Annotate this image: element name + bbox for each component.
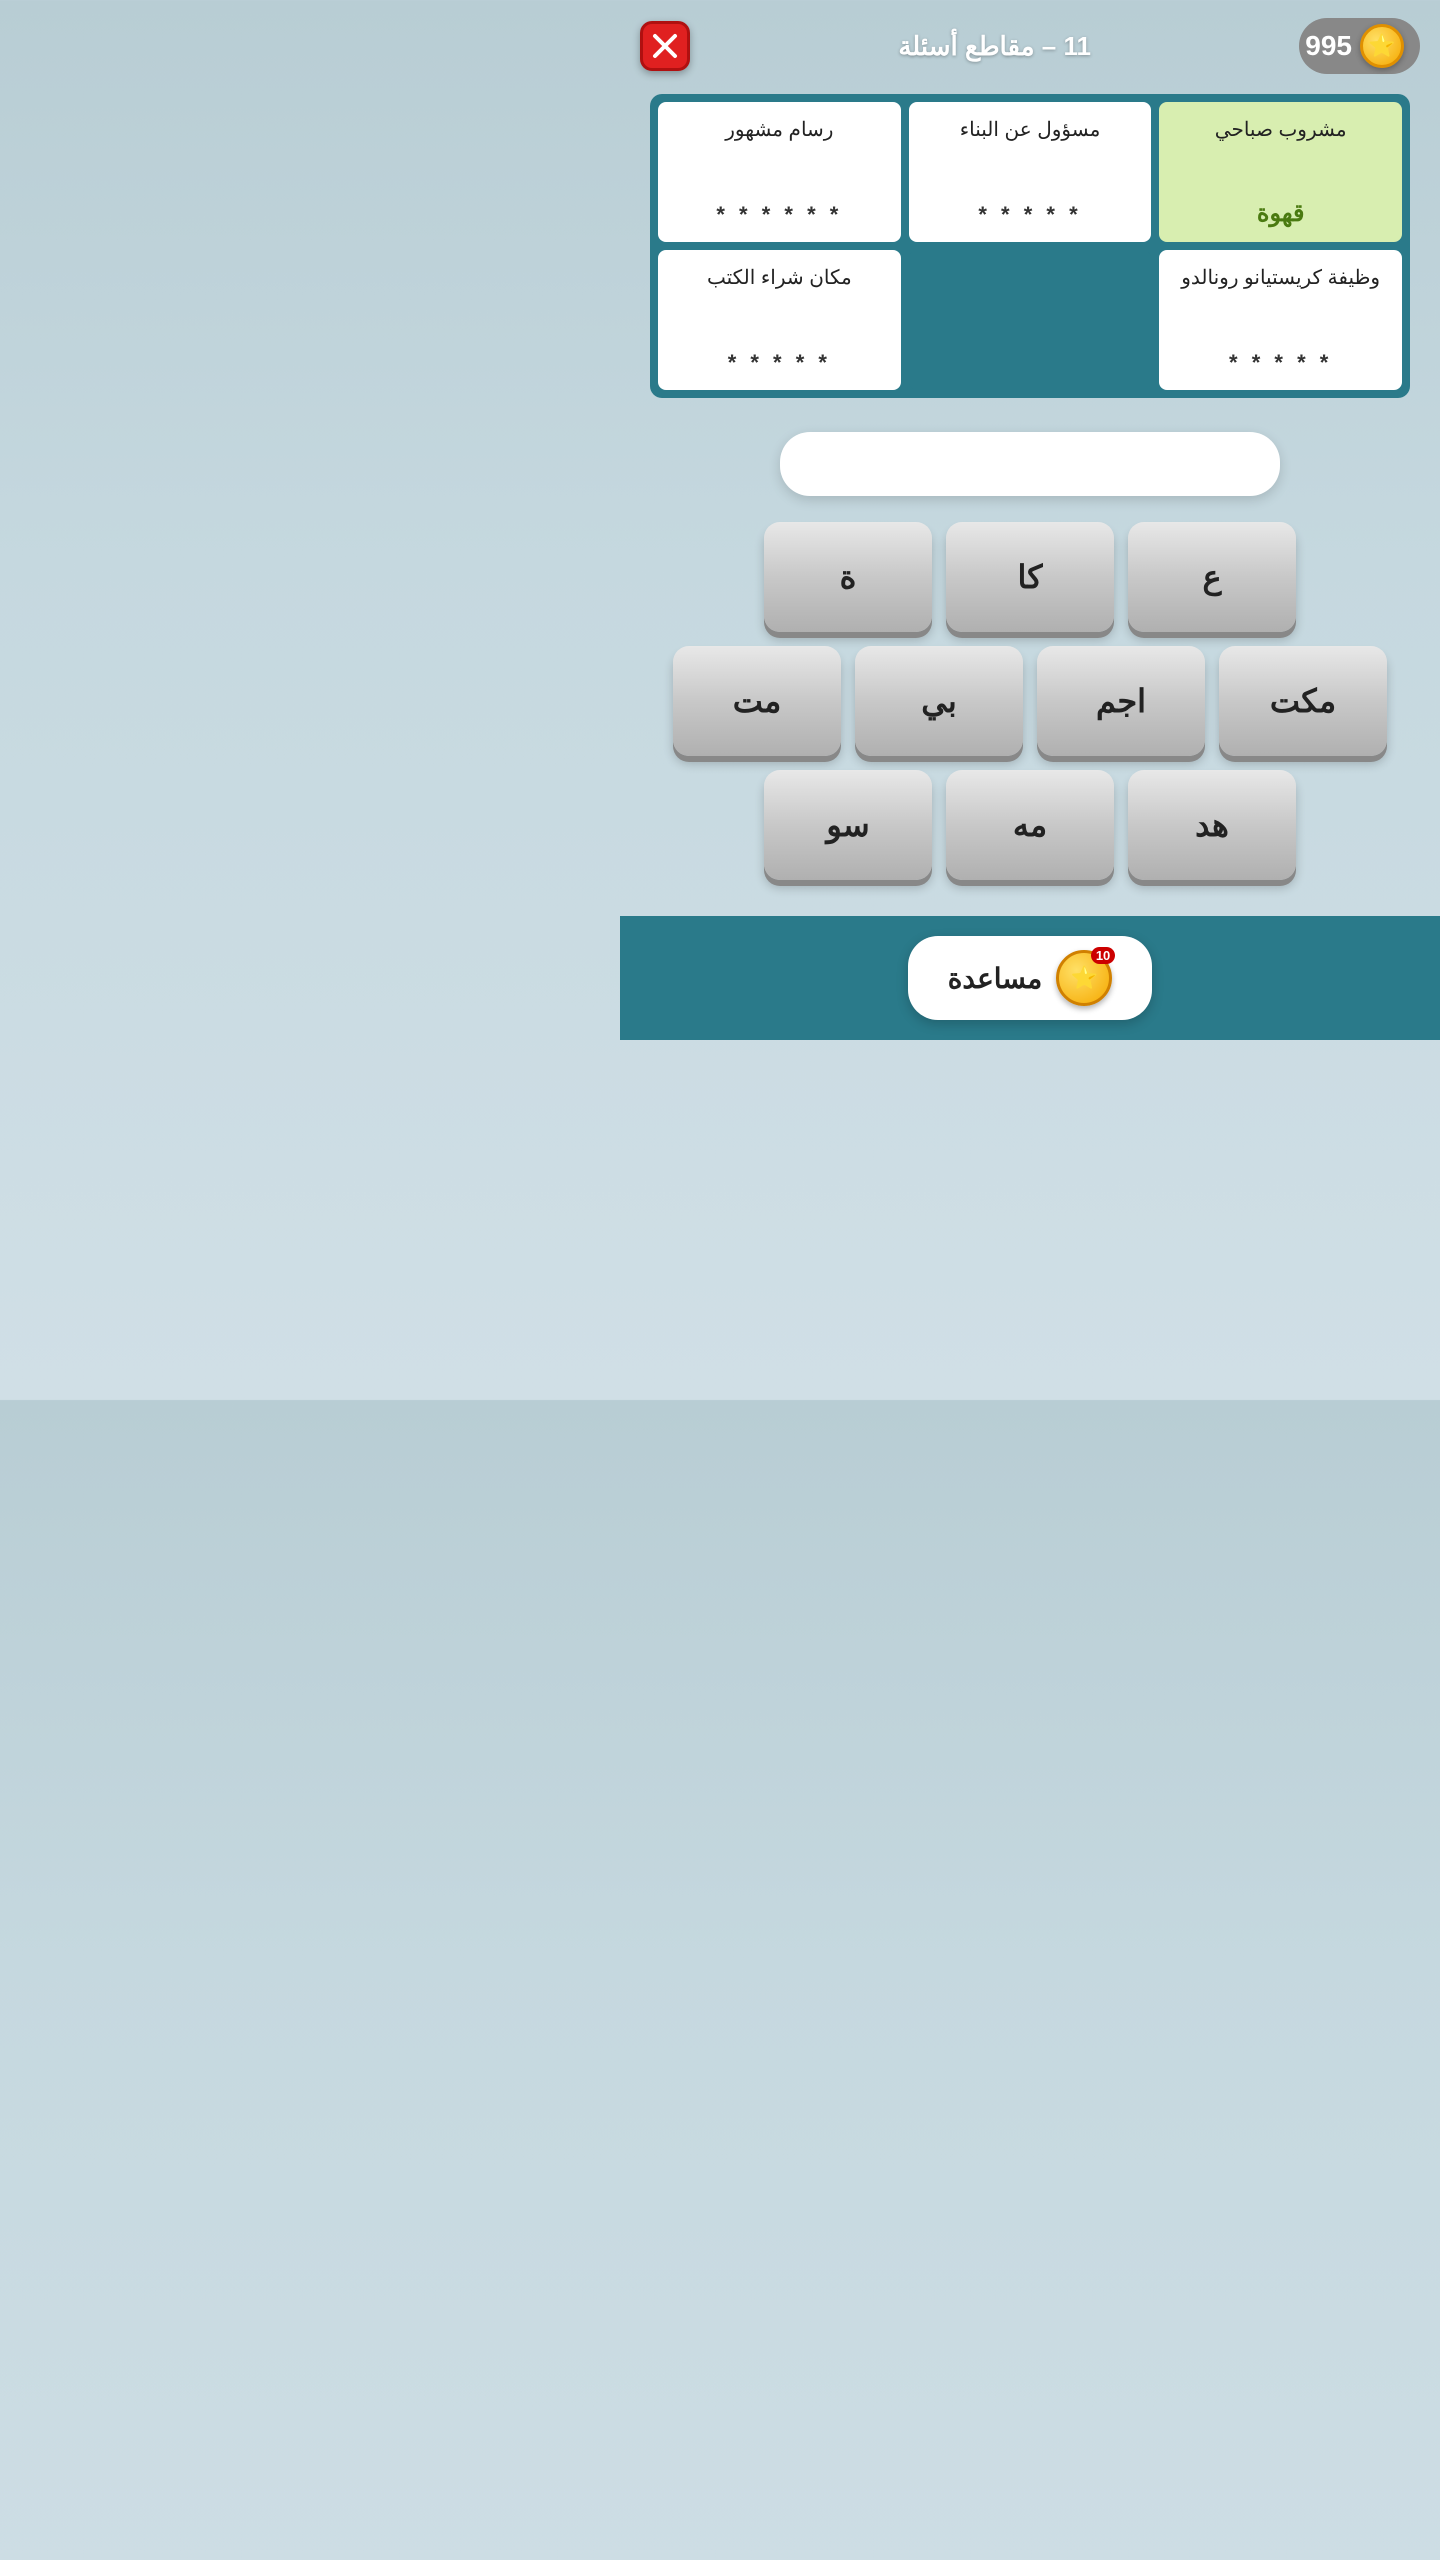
input-area (780, 432, 1280, 496)
cell-1-answer: قهوة (1257, 199, 1305, 228)
puzzle-cell-1[interactable]: مشروب صباحي قهوة (1159, 102, 1402, 242)
cell-3-stars: * * * * * * (716, 202, 842, 228)
help-coin-badge: 10 (1091, 947, 1115, 964)
page-title: 11 – مقاطع أسئلة (898, 31, 1091, 62)
cell-1-clue: مشروب صباحي (1215, 116, 1347, 144)
answer-input[interactable] (780, 432, 1280, 496)
header: ⭐ 995 11 – مقاطع أسئلة (620, 0, 1440, 84)
help-area: 10 ⭐ مساعدة (620, 916, 1440, 1040)
help-coin-star: ⭐ (1071, 965, 1098, 991)
score-value: 995 (1305, 30, 1352, 62)
key-hd[interactable]: هد (1128, 770, 1296, 880)
key-mh[interactable]: مه (946, 770, 1114, 880)
puzzle-grid: مشروب صباحي قهوة مسؤول عن البناء * * * *… (650, 94, 1410, 398)
cell-6-clue: مكان شراء الكتب (707, 264, 852, 292)
key-makt[interactable]: مكت (1219, 646, 1387, 756)
key-ka[interactable]: كا (946, 522, 1114, 632)
puzzle-cell-4[interactable]: وظيفة كريستيانو رونالدو * * * * * (1159, 250, 1402, 390)
key-sw[interactable]: سو (764, 770, 932, 880)
cell-2-stars: * * * * * (978, 202, 1081, 228)
key-ta-marbuta[interactable]: ة (764, 522, 932, 632)
close-button[interactable] (640, 21, 690, 71)
key-bi[interactable]: بي (855, 646, 1023, 756)
cell-4-stars: * * * * * (1229, 350, 1332, 376)
key-mat[interactable]: مت (673, 646, 841, 756)
help-button[interactable]: 10 ⭐ مساعدة (908, 936, 1153, 1020)
cell-2-clue: مسؤول عن البناء (960, 116, 1101, 144)
cell-4-clue: وظيفة كريستيانو رونالدو (1181, 264, 1380, 292)
keyboard: ع كا ة مكت اجم بي مت هد مه سو (650, 522, 1410, 880)
cell-6-stars: * * * * * (728, 350, 831, 376)
key-row-2: مكت اجم بي مت (650, 646, 1410, 756)
key-ain[interactable]: ع (1128, 522, 1296, 632)
key-row-3: هد مه سو (650, 770, 1410, 880)
cell-3-clue: رسام مشهور (725, 116, 833, 144)
puzzle-cell-5-empty (909, 250, 1152, 390)
puzzle-cell-6[interactable]: مكان شراء الكتب * * * * * (658, 250, 901, 390)
key-row-1: ع كا ة (650, 522, 1410, 632)
score-badge: ⭐ 995 (1299, 18, 1420, 74)
puzzle-cell-3[interactable]: رسام مشهور * * * * * * (658, 102, 901, 242)
coin-icon: ⭐ (1360, 24, 1404, 68)
puzzle-cell-2[interactable]: مسؤول عن البناء * * * * * (909, 102, 1152, 242)
key-ajm[interactable]: اجم (1037, 646, 1205, 756)
help-coin-icon: 10 ⭐ (1056, 950, 1112, 1006)
help-label: مساعدة (948, 962, 1043, 995)
